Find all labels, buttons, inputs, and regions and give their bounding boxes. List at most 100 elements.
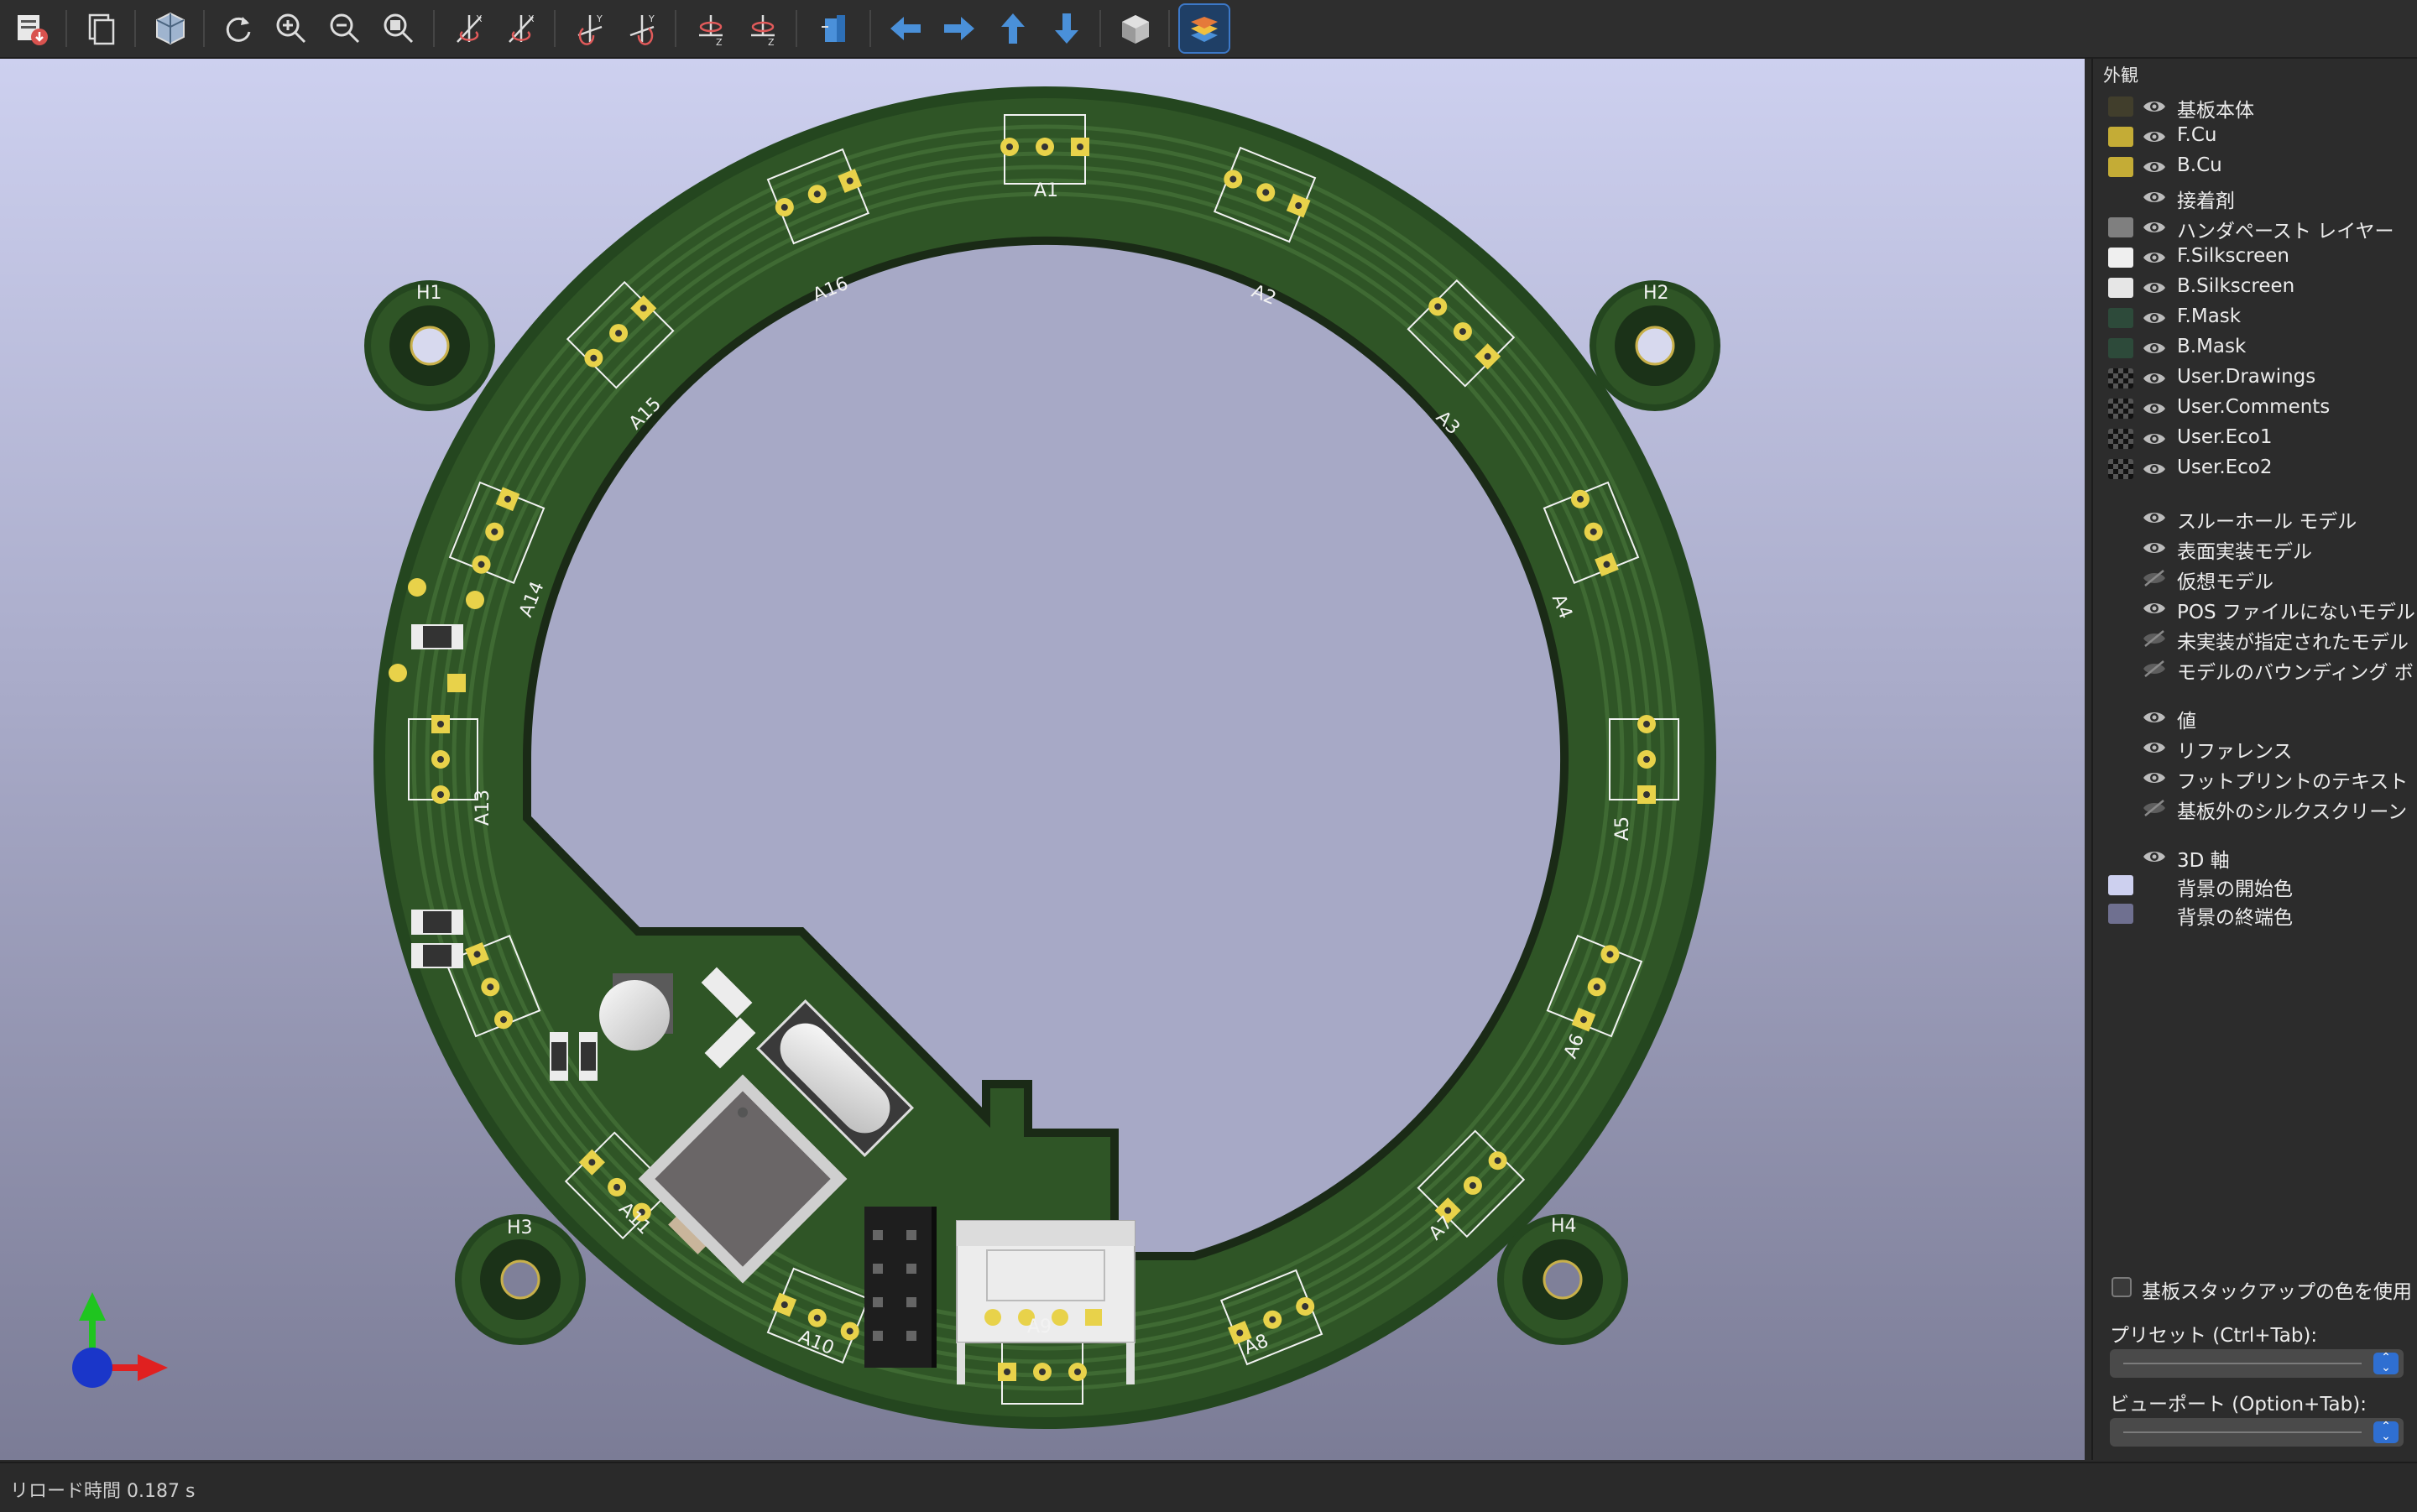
rotate-y-ccw-button[interactable]: Y: [618, 5, 666, 52]
color-swatch[interactable]: [2108, 157, 2133, 177]
zoom-fit-button[interactable]: [374, 5, 423, 52]
rotate-y-cw-button[interactable]: Y: [566, 5, 614, 52]
layer-row[interactable]: 基板外のシルクスクリーン: [2093, 792, 2417, 823]
layer-row[interactable]: F.Cu: [2093, 121, 2417, 151]
color-swatch[interactable]: [2108, 904, 2133, 924]
svg-text:Y: Y: [648, 13, 655, 24]
eye-icon[interactable]: [2142, 97, 2167, 116]
layer-row[interactable]: モデルのバウンディング ボックス: [2093, 653, 2417, 684]
eye-icon[interactable]: [2142, 430, 2167, 448]
layer-row[interactable]: User.Comments: [2093, 393, 2417, 423]
color-swatch[interactable]: [2108, 399, 2133, 419]
rotate-x-cw-button[interactable]: X: [445, 5, 493, 52]
eye-icon[interactable]: [2142, 279, 2167, 297]
export-button[interactable]: [7, 5, 55, 52]
zoom-out-button[interactable]: [321, 5, 369, 52]
zoom-in-button[interactable]: [267, 5, 316, 52]
viewport-dropdown[interactable]: ⌃ ⌄: [2110, 1418, 2404, 1447]
layer-row[interactable]: 基板本体: [2093, 91, 2417, 122]
eye-icon[interactable]: [2142, 369, 2167, 388]
color-swatch[interactable]: [2108, 338, 2133, 358]
eye-icon[interactable]: [2142, 128, 2167, 146]
layer-row[interactable]: 接着剤: [2093, 181, 2417, 212]
eye-icon[interactable]: [2142, 339, 2167, 357]
flip-board-button[interactable]: [811, 5, 859, 52]
layer-row[interactable]: 背景の開始色: [2093, 869, 2417, 900]
layer-row[interactable]: 仮想モデル: [2093, 562, 2417, 593]
layer-label: 値: [2177, 711, 2196, 733]
appearance-toggle-icon: [1191, 17, 1218, 42]
eye-icon[interactable]: [2142, 847, 2167, 866]
eye-icon[interactable]: [2142, 248, 2167, 267]
eye-hidden-icon[interactable]: [2142, 799, 2167, 817]
color-swatch[interactable]: [2108, 127, 2133, 147]
eye-icon[interactable]: [2142, 399, 2167, 418]
eye-icon[interactable]: [2142, 508, 2167, 527]
layer-label: B.Silkscreen: [2177, 275, 2295, 297]
color-swatch[interactable]: [2108, 96, 2133, 117]
eye-icon[interactable]: [2142, 188, 2167, 206]
layer-row[interactable]: 未実装が指定されたモデル: [2093, 623, 2417, 654]
layer-row[interactable]: User.Eco1: [2093, 423, 2417, 453]
move-up-button[interactable]: [989, 5, 1037, 52]
color-swatch[interactable]: [2108, 875, 2133, 895]
zoom-fit-icon: [384, 13, 414, 44]
raytrace-button[interactable]: [146, 5, 195, 52]
layer-row[interactable]: 値: [2093, 701, 2417, 733]
eye-icon[interactable]: [2142, 539, 2167, 557]
eye-icon[interactable]: [2142, 460, 2167, 478]
layer-row[interactable]: User.Drawings: [2093, 362, 2417, 393]
layer-row[interactable]: フットプリントのテキスト: [2093, 762, 2417, 793]
color-swatch[interactable]: [2108, 459, 2133, 479]
3d-viewport[interactable]: A1 A2 A3 A4 A5 A6 A7 A8 A9 A10 A11 A13 A…: [0, 59, 2085, 1460]
copy-button[interactable]: [77, 5, 126, 52]
appearance-panel: 外観 基板本体 F.Cu B.Cu 接着剤 ハンダペースト レイヤー F.Silkscre…: [2091, 59, 2417, 1460]
ref-a5: A5: [1612, 816, 1633, 841]
layer-row[interactable]: User.Eco2: [2093, 453, 2417, 483]
chevron-updown-icon: ⌃ ⌄: [2373, 1352, 2399, 1374]
eye-icon[interactable]: [2142, 738, 2167, 757]
appearance-toggle-button[interactable]: [1178, 3, 1230, 54]
color-swatch[interactable]: [2108, 217, 2133, 237]
eye-hidden-icon[interactable]: [2142, 569, 2167, 587]
eye-hidden-icon[interactable]: [2142, 660, 2167, 678]
layer-row[interactable]: 3D 軸: [2093, 841, 2417, 872]
color-swatch[interactable]: [2108, 308, 2133, 328]
layer-row[interactable]: B.Cu: [2093, 151, 2417, 181]
eye-icon[interactable]: [2142, 309, 2167, 327]
eye-icon[interactable]: [2142, 158, 2167, 176]
rotate-x-ccw-button[interactable]: X: [497, 5, 546, 52]
rotate-z-ccw-button[interactable]: Z: [739, 5, 787, 52]
layer-row[interactable]: F.Silkscreen: [2093, 242, 2417, 272]
color-swatch[interactable]: [2108, 248, 2133, 268]
layer-row[interactable]: スルーホール モデル: [2093, 502, 2417, 533]
color-swatch[interactable]: [2108, 429, 2133, 449]
orthographic-button[interactable]: [1111, 5, 1160, 52]
layer-row[interactable]: 背景の終端色: [2093, 898, 2417, 929]
layer-row[interactable]: POS ファイルにないモデル: [2093, 592, 2417, 623]
move-right-icon: [944, 17, 974, 40]
stackup-color-checkbox[interactable]: [2112, 1277, 2132, 1297]
preset-dropdown[interactable]: ⌃ ⌄: [2110, 1349, 2404, 1378]
viewport-label: ビューポート (Option+Tab):: [2110, 1394, 2367, 1416]
eye-icon[interactable]: [2142, 769, 2167, 787]
layer-row[interactable]: 表面実装モデル: [2093, 532, 2417, 563]
layer-row[interactable]: F.Mask: [2093, 302, 2417, 332]
eye-icon[interactable]: [2142, 218, 2167, 237]
layer-row[interactable]: B.Mask: [2093, 332, 2417, 362]
refresh-button[interactable]: [213, 5, 262, 52]
layer-row[interactable]: ハンダペースト レイヤー: [2093, 211, 2417, 242]
move-left-button[interactable]: [881, 5, 930, 52]
ref-h3: H3: [507, 1217, 533, 1238]
rotate-z-cw-button[interactable]: Z: [686, 5, 735, 52]
color-swatch[interactable]: [2108, 368, 2133, 388]
layer-row[interactable]: B.Silkscreen: [2093, 272, 2417, 302]
move-down-button[interactable]: [1042, 5, 1091, 52]
eye-icon[interactable]: [2142, 708, 2167, 727]
color-swatch[interactable]: [2108, 278, 2133, 298]
layer-row[interactable]: リファレンス: [2093, 732, 2417, 763]
layer-label: POS ファイルにないモデル: [2177, 602, 2415, 623]
move-right-button[interactable]: [935, 5, 984, 52]
eye-hidden-icon[interactable]: [2142, 629, 2167, 648]
eye-icon[interactable]: [2142, 599, 2167, 618]
